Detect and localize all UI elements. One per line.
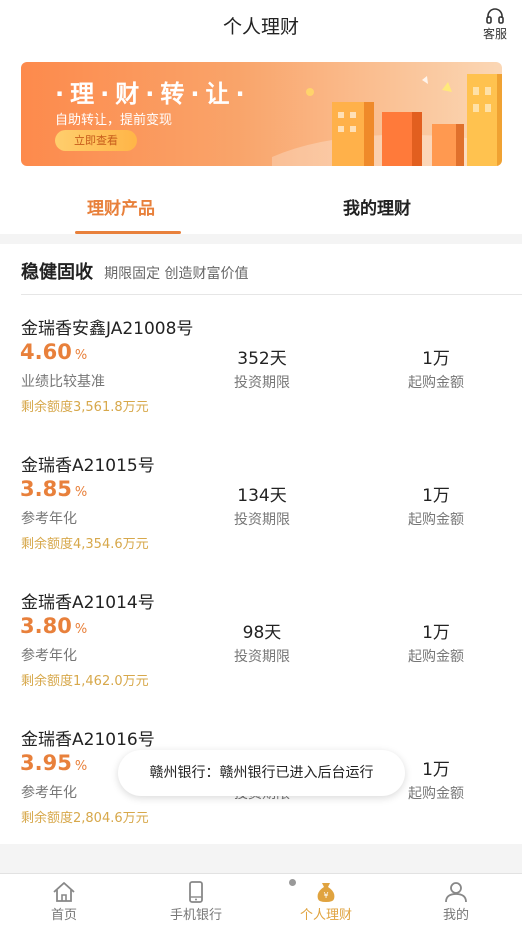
svg-text:¥: ¥ [323,891,328,900]
header-bar: 个人理财 客服 [0,0,522,50]
banner-area: ·理·财·转·让· 自助转让，提前变现 立即查看 [0,50,522,180]
customer-service-label: 客服 [482,27,507,41]
active-tab-indicator [75,231,181,234]
money-bag-icon: ¥ [271,881,381,903]
product-item[interactable]: 金瑞香A21015号 3.85% 参考年化 剩余额度4,354.6万元 134天… [0,451,522,588]
term-value: 352天 [237,349,287,369]
product-name: 金瑞香安鑫JA21008号 [21,319,194,339]
bottom-tab-bar: 首页 手机银行 ¥ 个人理财 我的 [0,873,522,928]
min-label: 起购金额 [408,512,464,528]
city-illustration-icon [272,74,502,166]
tabbar-label: 个人理财 [299,908,352,923]
banner-title: ·理·财·转·让· [55,80,251,108]
section-subtitle: 期限固定 创造财富价值 [104,266,249,282]
tabbar-item-mobile-bank[interactable]: 手机银行 [141,874,251,928]
product-rate: 3.95% [20,751,88,775]
banner-subtitle: 自助转让，提前变现 [55,113,173,128]
product-rate-label: 参考年化 [21,648,77,664]
tab-my-finance[interactable]: 我的理财 [343,194,411,219]
product-remaining: 剩余额度3,561.8万元 [21,400,149,415]
product-tabs: 理财产品 我的理财 [0,180,522,234]
term-value: 98天 [242,623,282,643]
tabbar-item-finance[interactable]: ¥ 个人理财 [271,874,381,928]
term-label: 投资期限 [234,375,290,391]
product-name: 金瑞香A21014号 [21,593,155,613]
tabbar-label: 首页 [50,908,77,923]
min-value: 1万 [422,349,450,369]
user-icon [401,881,511,903]
product-name: 金瑞香A21016号 [21,730,155,750]
product-rate-label: 业绩比较基准 [21,374,105,390]
tabbar-label: 我的 [442,908,469,923]
product-item[interactable]: 金瑞香A21014号 3.80% 参考年化 剩余额度1,462.0万元 98天 … [0,588,522,725]
product-remaining: 剩余额度1,462.0万元 [21,674,149,689]
min-label: 起购金额 [408,375,464,391]
product-rate: 3.80% [20,614,88,638]
divider [21,294,522,295]
term-label: 投资期限 [234,649,290,665]
customer-service-button[interactable]: 客服 [478,8,512,42]
tabbar-item-mine[interactable]: 我的 [401,874,511,928]
product-remaining: 剩余额度2,804.6万元 [21,811,149,826]
phone-icon [141,881,251,903]
product-rate-label: 参考年化 [21,511,77,527]
term-value: 134天 [237,486,287,506]
product-remaining: 剩余额度4,354.6万元 [21,537,149,552]
tabbar-item-home[interactable]: 首页 [9,874,119,928]
product-rate-label: 参考年化 [21,785,77,801]
background-toast: 赣州银行：赣州银行已进入后台运行 [118,750,405,796]
term-label: 投资期限 [234,512,290,528]
headset-icon [478,8,512,24]
min-value: 1万 [422,623,450,643]
page-title: 个人理财 [222,16,299,38]
product-rate: 4.60% [20,340,88,364]
section-header: 稳健固收 期限固定 创造财富价值 [21,258,249,284]
view-now-button[interactable]: 立即查看 [55,130,137,151]
tabbar-label: 手机银行 [169,908,222,923]
home-icon [9,881,119,903]
section-title: 稳健固收 [21,262,93,283]
product-rate: 3.85% [20,477,88,501]
min-label: 起购金额 [408,649,464,665]
min-value: 1万 [422,486,450,506]
product-name: 金瑞香A21015号 [21,456,155,476]
transfer-banner[interactable]: ·理·财·转·让· 自助转让，提前变现 立即查看 [21,62,502,166]
product-item[interactable]: 金瑞香安鑫JA21008号 4.60% 业绩比较基准 剩余额度3,561.8万元… [0,314,522,451]
tab-products[interactable]: 理财产品 [87,194,155,219]
